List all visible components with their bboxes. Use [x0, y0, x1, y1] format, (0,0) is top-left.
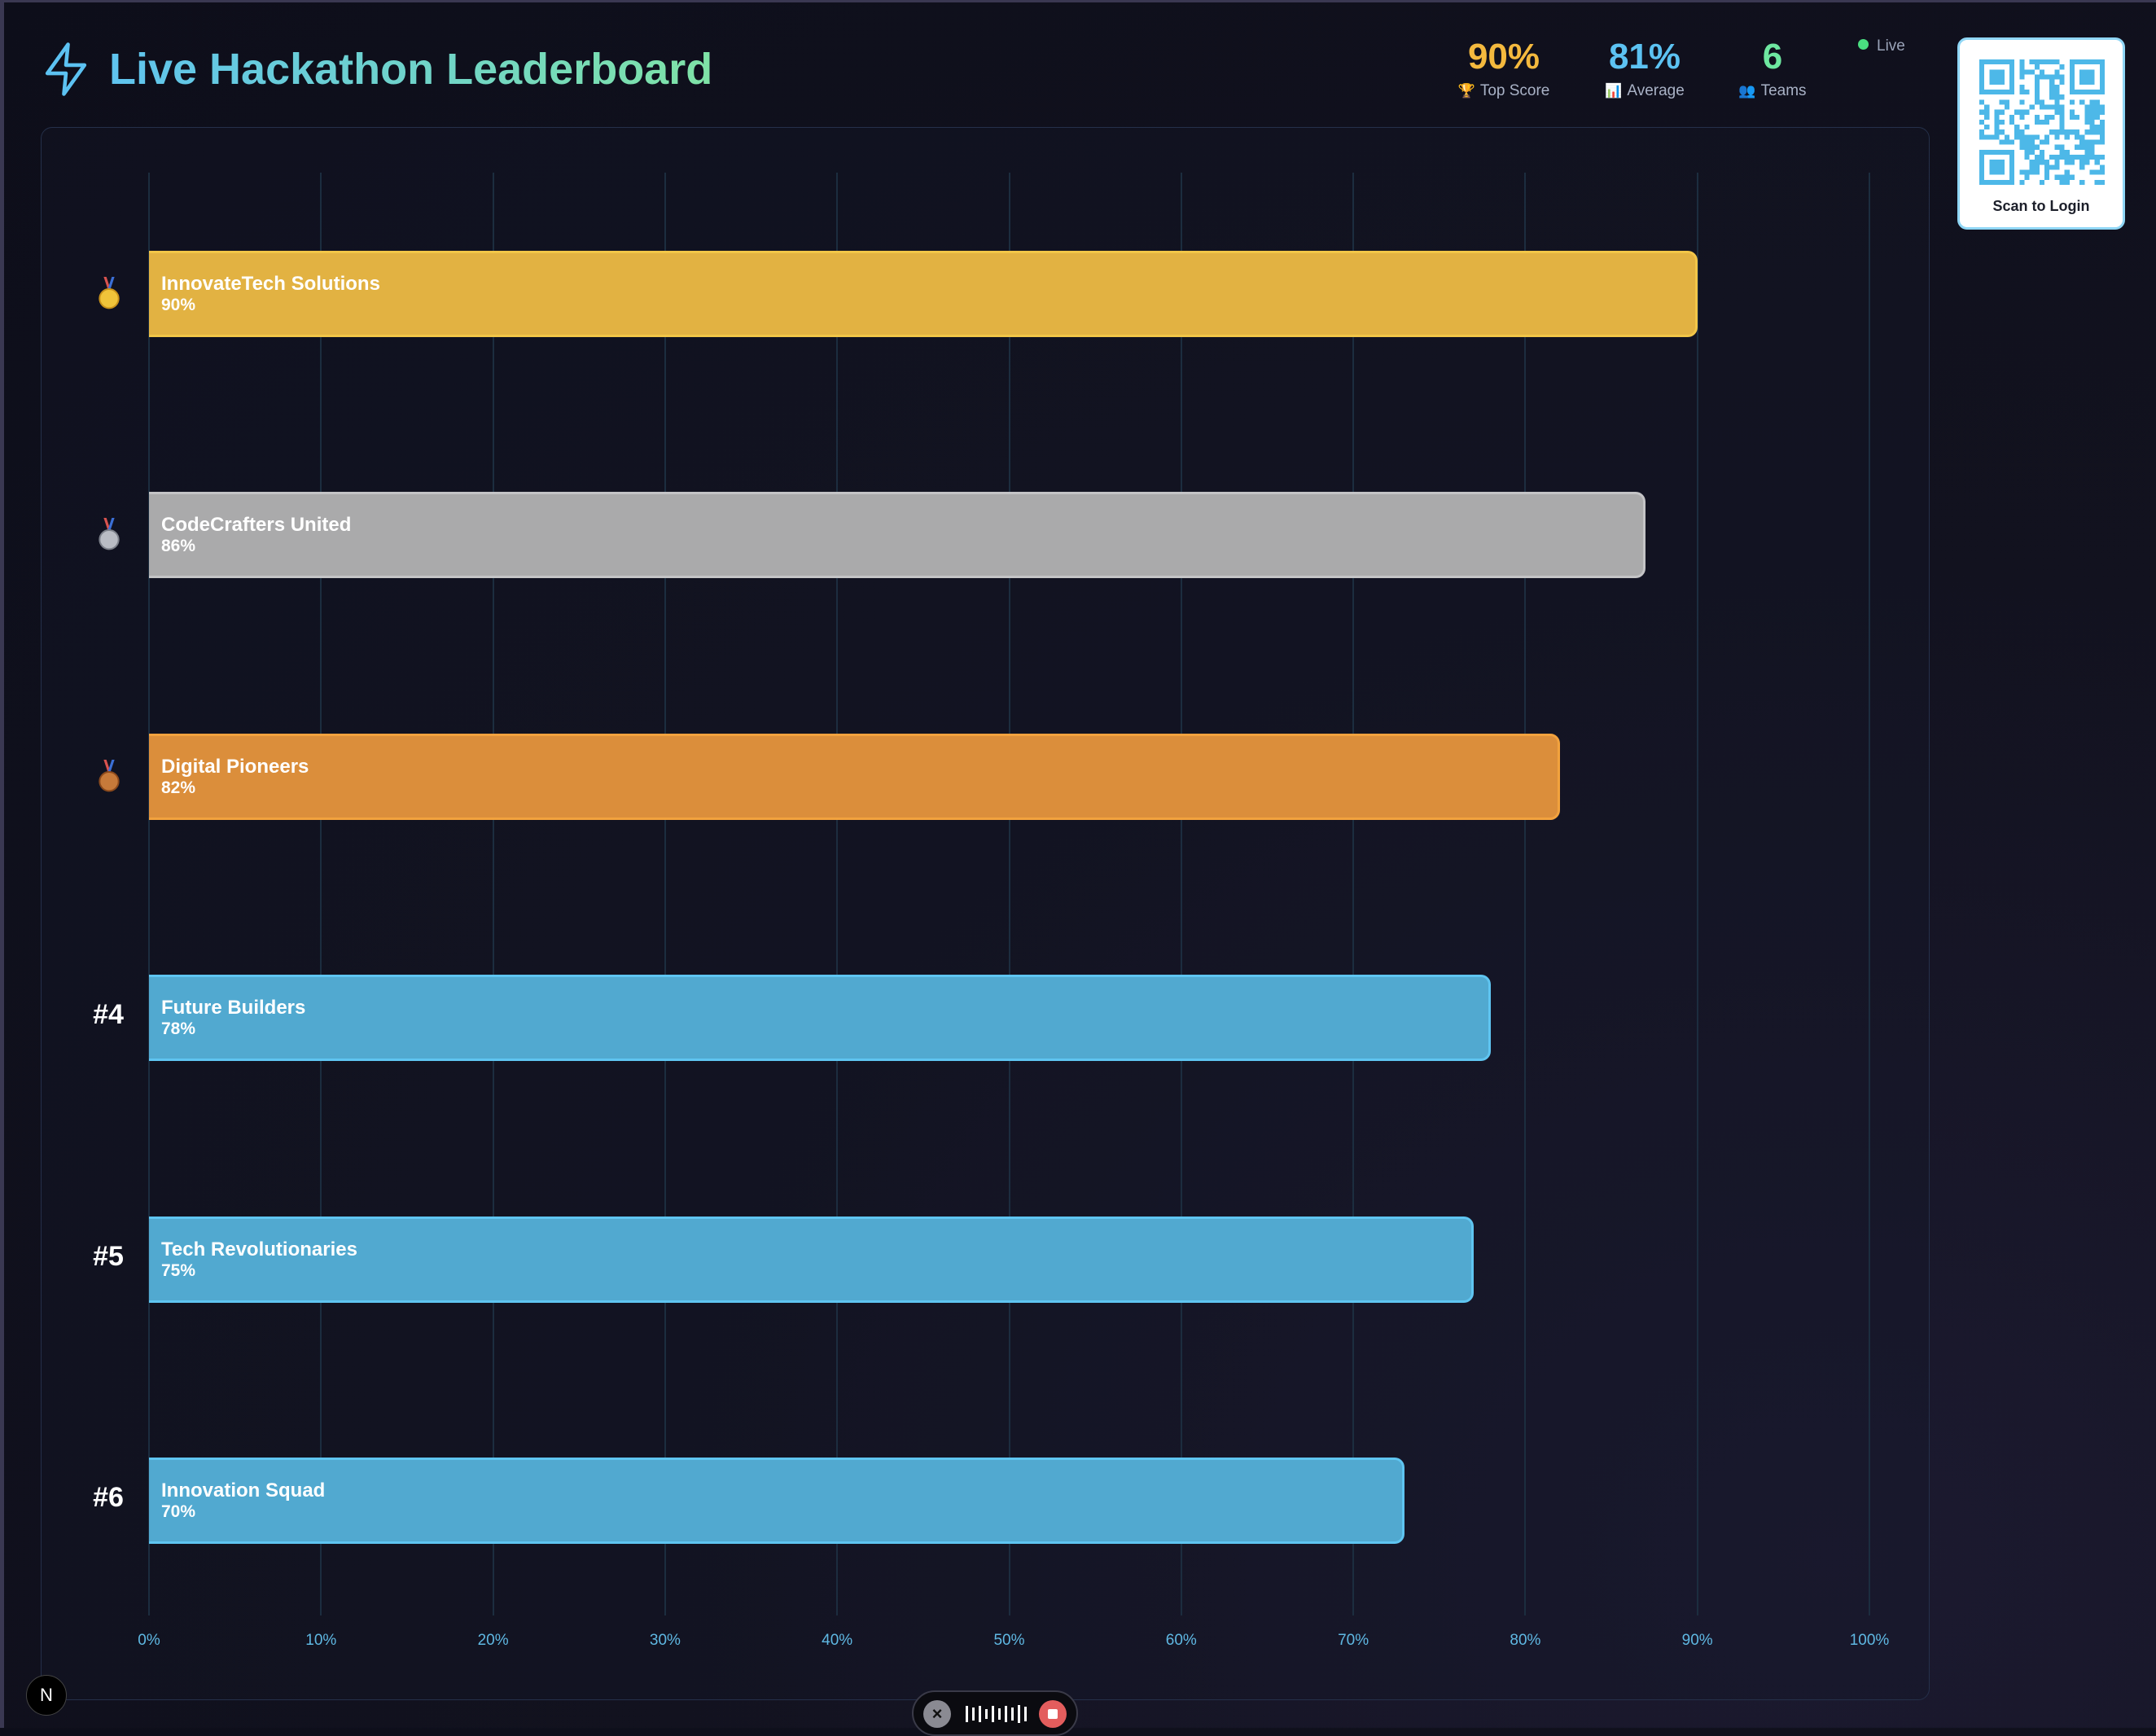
team-name: Digital Pioneers: [161, 755, 309, 778]
team-score: 78%: [161, 1019, 196, 1039]
qr-login-card[interactable]: Scan to Login: [1957, 37, 2125, 230]
stat-top-score: 90% 🏆 Top Score: [1435, 33, 1573, 101]
x-tick-label: 100%: [1849, 1632, 1890, 1649]
team-bar: InnovateTech Solutions 90%: [149, 251, 1698, 337]
x-tick-label: 90%: [1681, 1632, 1713, 1649]
chart-gridline: [836, 173, 839, 1615]
x-tick-label: 20%: [477, 1632, 509, 1649]
window-top-edge: [0, 0, 2156, 2]
x-tick-label: 0%: [138, 1632, 160, 1649]
x-tick-label: 80%: [1510, 1632, 1541, 1649]
trophy-icon: 🏆: [1457, 83, 1475, 99]
stat-average-value: 81%: [1608, 37, 1681, 77]
team-name: CodeCrafters United: [161, 514, 352, 537]
close-icon[interactable]: ×: [923, 1700, 951, 1728]
stat-top-score-label: 🏆 Top Score: [1457, 82, 1550, 99]
team-rank: #5: [93, 1240, 124, 1272]
team-bar: Future Builders 78%: [149, 975, 1492, 1062]
chart-gridline: [1696, 173, 1698, 1615]
qr-code-icon: [1979, 59, 2105, 185]
stat-teams: 6 👥 Teams: [1703, 33, 1842, 101]
team-score: 82%: [161, 778, 196, 797]
chart-gridline: [1869, 173, 1870, 1615]
x-tick-label: 30%: [649, 1632, 681, 1649]
team-score: 70%: [161, 1502, 196, 1521]
medal-icon: [99, 518, 120, 550]
team-name: Innovation Squad: [161, 1480, 326, 1501]
stat-teams-label: 👥 Teams: [1738, 82, 1807, 99]
team-name: InnovateTech Solutions: [161, 273, 380, 295]
chart-gridline: [148, 173, 150, 1615]
team-bar: Innovation Squad 70%: [149, 1458, 1405, 1544]
x-tick-label: 50%: [993, 1632, 1025, 1649]
bar-chart-icon: 📊: [1605, 83, 1623, 99]
stat-teams-value: 6: [1762, 37, 1783, 77]
stat-average: 81% 📊 Average: [1575, 33, 1714, 101]
team-score: 75%: [161, 1260, 196, 1280]
page-title: Live Hackathon Leaderboard: [109, 42, 712, 96]
medal-icon: [99, 277, 120, 309]
team-score: 90%: [161, 296, 196, 314]
framework-badge[interactable]: N: [26, 1675, 67, 1716]
chart-gridline: [1524, 173, 1527, 1615]
team-bar: Tech Revolutionaries 75%: [149, 1216, 1474, 1303]
x-tick-label: 70%: [1338, 1632, 1369, 1649]
recording-toolbar: ×: [912, 1690, 1078, 1736]
team-score: 86%: [161, 537, 196, 556]
live-dot-icon: [1858, 39, 1869, 50]
x-tick-label: 60%: [1165, 1632, 1197, 1649]
live-indicator: Live: [1858, 37, 1905, 55]
chart-gridline: [664, 173, 666, 1615]
stop-recording-button[interactable]: [1039, 1700, 1067, 1728]
team-bar: Digital Pioneers 82%: [149, 733, 1560, 820]
window-left-edge: [0, 0, 4, 1728]
x-tick-label: 10%: [305, 1632, 337, 1649]
stat-top-score-value: 90%: [1467, 37, 1540, 77]
chart-gridline: [1352, 173, 1355, 1615]
team-name: Tech Revolutionaries: [161, 1238, 357, 1260]
stat-average-label: 📊 Average: [1605, 82, 1685, 99]
medal-icon: [99, 759, 120, 792]
team-rank: #6: [93, 1482, 124, 1513]
people-icon: 👥: [1738, 83, 1756, 99]
qr-caption: Scan to Login: [1992, 198, 2090, 214]
chart-gridline: [492, 173, 494, 1615]
chart-gridline: [1008, 173, 1010, 1615]
chart-gridline: [320, 173, 322, 1615]
x-tick-label: 40%: [822, 1632, 853, 1649]
team-bar: CodeCrafters United 86%: [149, 492, 1646, 579]
waveform-icon: [966, 1705, 1027, 1723]
team-rank: #4: [93, 999, 124, 1031]
chart-gridline: [1180, 173, 1182, 1615]
lightning-bolt-icon: [45, 42, 87, 96]
team-name: Future Builders: [161, 997, 306, 1019]
